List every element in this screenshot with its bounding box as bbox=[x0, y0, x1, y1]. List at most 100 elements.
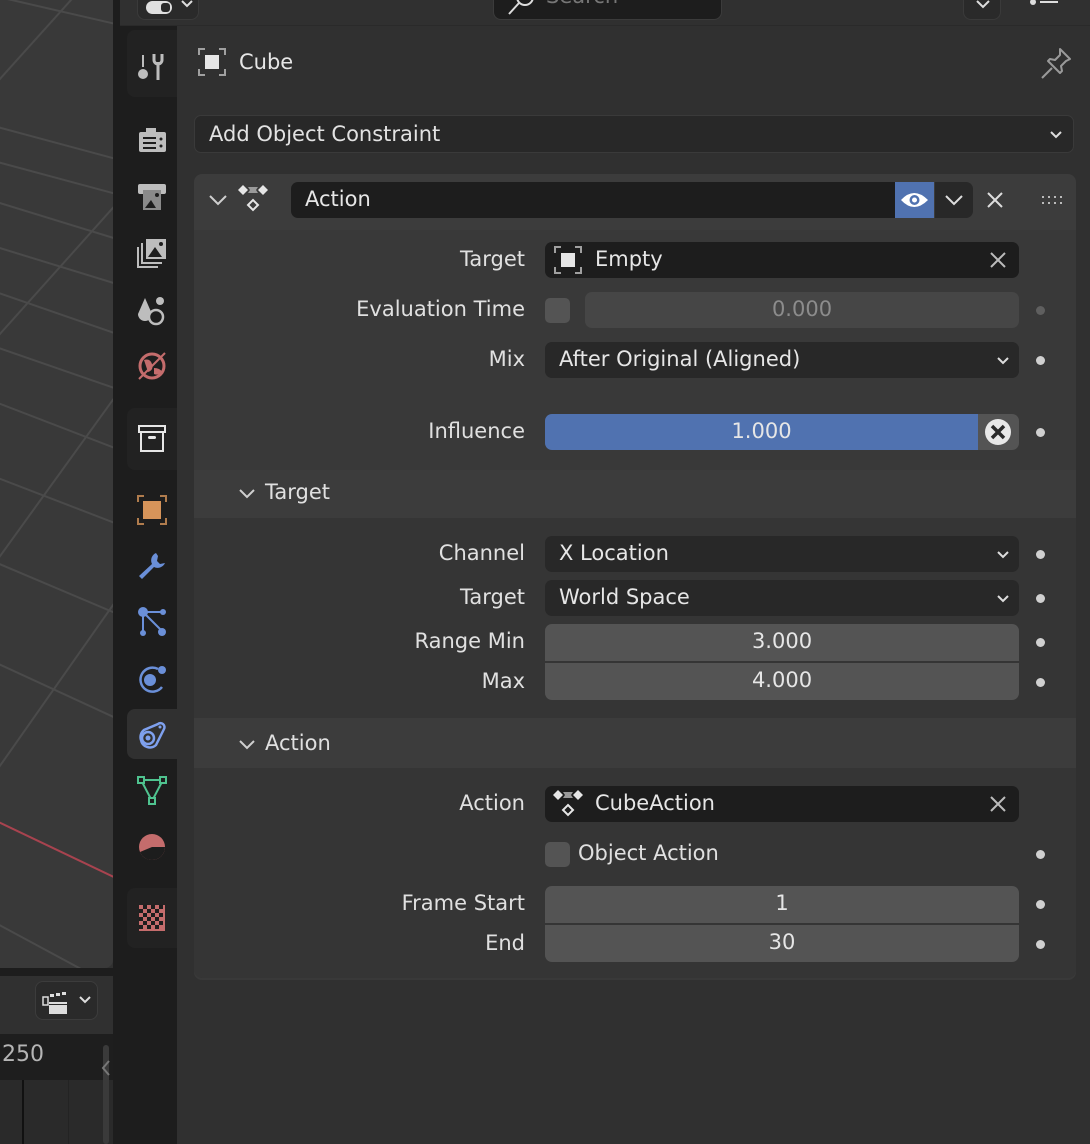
viewport-grid bbox=[0, 0, 113, 968]
tab-scene[interactable] bbox=[127, 285, 177, 335]
constraint-name: Action bbox=[305, 187, 371, 211]
evaluation-time-field[interactable]: 0.000 bbox=[585, 292, 1019, 328]
keyframe-dot[interactable] bbox=[1036, 900, 1045, 909]
particles-icon bbox=[138, 607, 166, 636]
channel-dropdown[interactable]: X Location bbox=[545, 536, 1019, 572]
pin-icon[interactable] bbox=[1038, 46, 1074, 82]
add-constraint-label: Add Object Constraint bbox=[209, 122, 441, 146]
action-value: CubeAction bbox=[595, 791, 715, 815]
target-object-field[interactable]: Empty bbox=[545, 242, 1019, 278]
frame-end-value: 30 bbox=[768, 930, 796, 954]
collection-icon bbox=[138, 425, 166, 452]
outliner-options-icon[interactable] bbox=[1024, 0, 1064, 18]
material-icon bbox=[139, 834, 165, 860]
range-min-field[interactable]: 3.000 bbox=[545, 624, 1019, 661]
chevron-down-icon bbox=[239, 489, 255, 499]
tab-particles[interactable] bbox=[127, 597, 177, 647]
object-icon bbox=[198, 48, 226, 76]
frame-gridline bbox=[68, 1080, 69, 1144]
evaluation-time-label: Evaluation Time bbox=[356, 297, 525, 321]
timeline-editor[interactable]: 250 bbox=[0, 976, 113, 1144]
object-action-checkbox[interactable] bbox=[545, 842, 570, 867]
keyframe-dot[interactable] bbox=[1036, 850, 1045, 859]
mix-value: After Original (Aligned) bbox=[559, 347, 801, 371]
constraint-name-input[interactable]: Action bbox=[291, 182, 896, 218]
disable-keep-temp-button[interactable] bbox=[978, 414, 1019, 450]
object-icon bbox=[554, 246, 582, 274]
tab-output[interactable] bbox=[127, 172, 177, 222]
tab-render[interactable] bbox=[127, 115, 177, 165]
constraint-menu-dropdown[interactable] bbox=[935, 182, 973, 218]
editor-type-button[interactable] bbox=[137, 0, 199, 20]
chevron-down-icon bbox=[945, 195, 963, 206]
clear-icon[interactable] bbox=[989, 795, 1007, 813]
keyframe-dot[interactable] bbox=[1036, 428, 1045, 437]
tab-constraints[interactable] bbox=[127, 709, 177, 759]
frame-start-value: 1 bbox=[775, 891, 789, 915]
editor-type-button[interactable] bbox=[35, 981, 98, 1020]
drag-handle-icon[interactable] bbox=[1040, 195, 1064, 207]
tab-object[interactable] bbox=[127, 485, 177, 535]
action-subpanel-header[interactable]: Action bbox=[194, 718, 1076, 768]
target-space-dropdown[interactable]: World Space bbox=[545, 580, 1019, 616]
chevron-down-icon bbox=[239, 740, 255, 750]
object-icon bbox=[137, 495, 167, 525]
clear-icon[interactable] bbox=[989, 251, 1007, 269]
channel-label: Channel bbox=[438, 541, 525, 565]
tab-material[interactable] bbox=[127, 822, 177, 872]
chevron-down-icon bbox=[997, 357, 1009, 365]
x-axis-line bbox=[0, 821, 113, 878]
keyframe-dot[interactable] bbox=[1036, 638, 1045, 647]
add-object-constraint-dropdown[interactable]: Add Object Constraint bbox=[194, 115, 1074, 153]
tab-modifiers[interactable] bbox=[127, 541, 177, 591]
tab-physics[interactable] bbox=[127, 654, 177, 704]
chevron-down-icon bbox=[997, 551, 1009, 559]
tab-tool[interactable] bbox=[127, 43, 177, 93]
target-subpanel-title: Target bbox=[265, 480, 330, 504]
action-constraint-icon bbox=[238, 185, 268, 212]
mix-label: Mix bbox=[488, 347, 525, 371]
evaluation-time-checkbox[interactable] bbox=[545, 298, 570, 323]
area-divider[interactable] bbox=[0, 968, 113, 976]
influence-slider[interactable]: 1.000 bbox=[545, 414, 978, 450]
action-field[interactable]: CubeAction bbox=[545, 786, 1019, 822]
search-placeholder: Search bbox=[546, 0, 618, 8]
keyframe-dot[interactable] bbox=[1036, 594, 1045, 603]
target-label: Target bbox=[460, 247, 525, 271]
physics-icon bbox=[139, 666, 166, 693]
timeline-body[interactable] bbox=[0, 1080, 113, 1144]
timeline-ruler[interactable]: 250 bbox=[0, 1034, 113, 1080]
range-max-field[interactable]: 4.000 bbox=[545, 663, 1019, 700]
range-min-value: 3.000 bbox=[751, 629, 813, 653]
current-frame-line bbox=[22, 1080, 24, 1144]
chevron-left-icon[interactable] bbox=[99, 1054, 113, 1084]
enable-toggle[interactable] bbox=[895, 182, 934, 218]
3d-viewport[interactable] bbox=[0, 0, 113, 968]
chevron-down-icon[interactable] bbox=[208, 192, 228, 208]
target-space-label: Target bbox=[460, 585, 525, 609]
output-icon bbox=[138, 184, 166, 210]
keyframe-dot[interactable] bbox=[1036, 678, 1045, 687]
frame-end-field[interactable]: 30 bbox=[545, 925, 1019, 962]
texture-icon bbox=[139, 905, 165, 931]
keyframe-dot[interactable] bbox=[1036, 356, 1045, 365]
tab-collection[interactable] bbox=[127, 414, 177, 464]
tab-world[interactable] bbox=[127, 341, 177, 391]
action-subpanel-title: Action bbox=[265, 731, 331, 755]
search-input[interactable]: Search bbox=[493, 0, 722, 20]
frame-start-field[interactable]: 1 bbox=[545, 886, 1019, 923]
target-subpanel-header[interactable]: Target bbox=[194, 470, 1076, 518]
area-divider[interactable] bbox=[113, 0, 120, 1144]
tab-data[interactable] bbox=[127, 766, 177, 816]
keyframe-dot[interactable] bbox=[1036, 306, 1045, 315]
timeline-header bbox=[0, 976, 113, 1034]
keyframe-dot[interactable] bbox=[1036, 550, 1045, 559]
tab-texture[interactable] bbox=[127, 893, 177, 943]
tab-view-layer[interactable] bbox=[127, 228, 177, 278]
keyframe-dot[interactable] bbox=[1036, 940, 1045, 949]
mix-dropdown[interactable]: After Original (Aligned) bbox=[545, 342, 1019, 378]
target-object-value: Empty bbox=[595, 247, 663, 271]
context-path: Cube bbox=[197, 44, 293, 80]
filter-dropdown-button[interactable] bbox=[963, 0, 1001, 20]
close-icon[interactable] bbox=[985, 190, 1005, 210]
